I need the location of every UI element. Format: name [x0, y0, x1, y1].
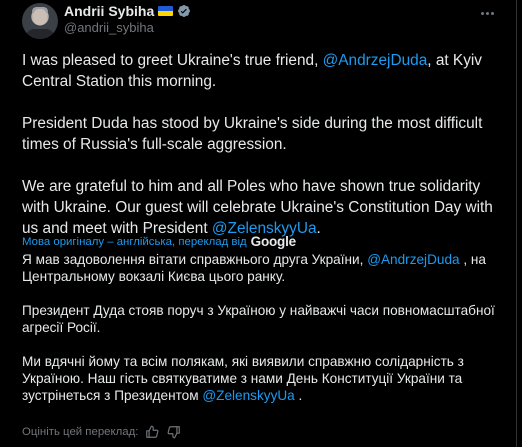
- mention-link[interactable]: @AndrzejDuda: [367, 252, 459, 267]
- avatar[interactable]: [22, 3, 58, 39]
- paragraph: Ми вдячні йому та всім полякам, які вияв…: [22, 353, 500, 404]
- paragraph: Президент Дуда стояв поруч з Україною у …: [22, 302, 500, 336]
- text-segment: Президент Дуда стояв поруч з Україною у …: [22, 303, 495, 335]
- paragraph: Я мав задоволення вітати справжнього дру…: [22, 251, 500, 285]
- translation-label: Мова оригіналу – англійська, переклад ві…: [22, 235, 247, 248]
- mention-link[interactable]: @ZelenskyyUa: [202, 388, 294, 403]
- rate-translation: Оцініть цей переклад:: [22, 424, 182, 440]
- tweet-card: Andrii Sybiha @andrii_sybiha I was pleas…: [0, 0, 517, 447]
- google-logo: Google: [250, 234, 297, 249]
- text-segment: I was pleased to greet Ukraine's true fr…: [22, 52, 323, 69]
- verified-badge-icon[interactable]: [177, 4, 191, 18]
- thumbs-up-icon[interactable]: [144, 424, 160, 440]
- text-segment: President Duda has stood by Ukraine's si…: [22, 115, 483, 153]
- translated-text: Я мав задоволення вітати справжнього дру…: [22, 251, 500, 404]
- rate-label: Оцініть цей переклад:: [22, 426, 139, 438]
- text-segment: .: [294, 388, 303, 403]
- avatar-suit: [26, 29, 54, 39]
- author-name-row: Andrii Sybiha: [64, 2, 191, 20]
- thumbs-down-icon[interactable]: [166, 424, 182, 440]
- paragraph: President Duda has stood by Ukraine's si…: [22, 113, 500, 155]
- paragraph: I was pleased to greet Ukraine's true fr…: [22, 50, 500, 92]
- avatar-face: [33, 9, 47, 25]
- author-handle[interactable]: @andrii_sybiha: [64, 20, 154, 35]
- ukraine-flag-icon: [158, 6, 174, 16]
- tweet-text: I was pleased to greet Ukraine's true fr…: [22, 50, 500, 239]
- author-display-name[interactable]: Andrii Sybiha: [64, 3, 154, 19]
- more-options-icon[interactable]: [478, 4, 496, 22]
- mention-link[interactable]: @AndrzejDuda: [323, 52, 428, 69]
- translated-by-link[interactable]: Мова оригіналу – англійська, переклад ві…: [22, 234, 296, 249]
- text-segment: Я мав задоволення вітати справжнього дру…: [22, 252, 368, 267]
- text-segment: .: [316, 220, 321, 237]
- paragraph: We are grateful to him and all Poles who…: [22, 176, 500, 239]
